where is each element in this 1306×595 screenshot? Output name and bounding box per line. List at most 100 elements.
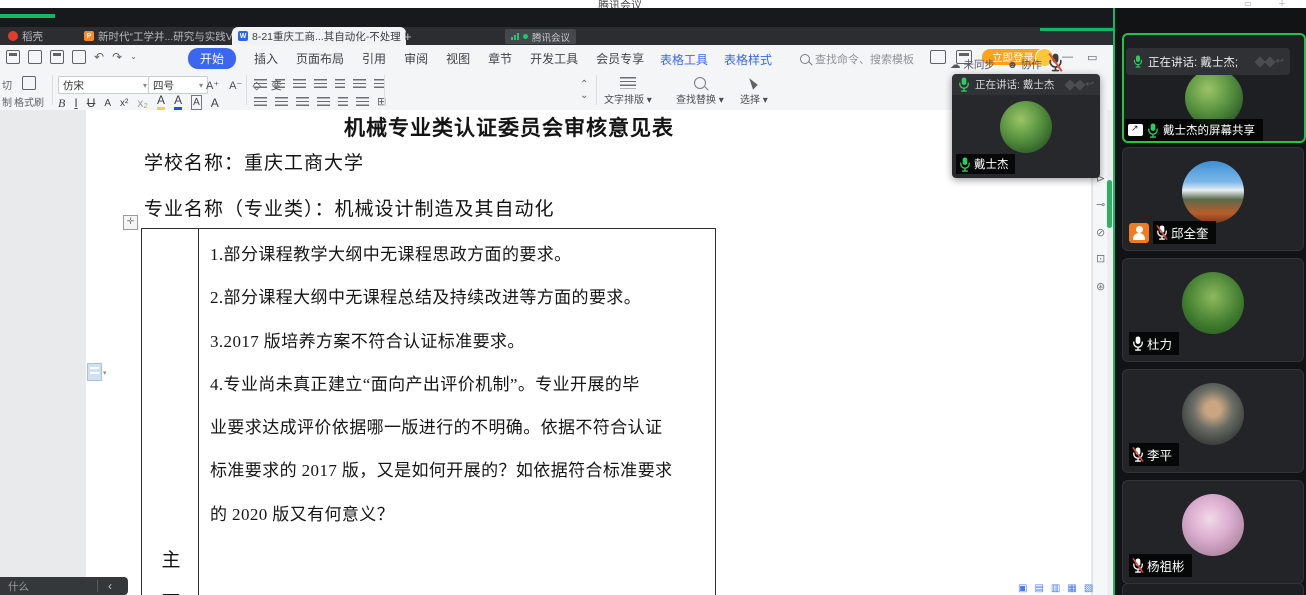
save-icon[interactable] [6,50,20,64]
mic-icon [1132,336,1144,351]
text-layout-button[interactable]: 文字排版 ▾ [604,77,652,106]
table-move-handle[interactable]: ✛ [123,215,138,230]
meeting-status-badge[interactable]: 腾讯会议 [505,29,576,44]
font-format-button[interactable]: A [157,94,165,110]
meeting-sidebar: 戴士杰的屏幕共享 正在讲话: 戴士杰; ↩ [1113,8,1306,595]
participant-label: 杨祖彬 [1129,554,1192,577]
align-center-icon[interactable] [275,97,288,107]
overlay-header[interactable]: 正在讲话: 戴士杰 ↩ [952,74,1100,95]
participant-tile[interactable]: 杜力 [1122,258,1304,362]
font-format-button[interactable]: B [58,97,65,110]
row-header-char: 主 [159,545,183,588]
font-size-select[interactable]: 四号▾ [148,76,208,94]
muted-mic-indicator-icon[interactable] [1048,53,1063,72]
restore-icon[interactable]: ▭ [1087,51,1097,64]
ribbon-tab[interactable]: 开始 [188,48,236,69]
print-preview-icon[interactable] [72,50,86,64]
issues-table[interactable]: 主要问题 1.部分课程教学大纲中无课程思政方面的要求。2.部分课程大纲中无课程总… [141,228,716,595]
command-search[interactable]: 查找命令、搜索模板 [800,51,914,67]
ribbon-tab[interactable]: 开发工具 [530,50,578,67]
notes-panel-icon[interactable]: ⊡ [1096,252,1105,265]
tab-doc-active[interactable]: W 8-21重庆工商...其自动化-不处理 × [232,27,406,45]
select-button[interactable]: 选择 ▾ [740,77,768,106]
context-tab[interactable]: 表格工具 [660,51,708,68]
collaborate-button[interactable]: ☻ 协作 [1007,57,1042,72]
tab-docer-label: 稻壳 [22,29,43,44]
font-format-button[interactable]: A [191,95,202,110]
help-icon[interactable]: ⊘ [1096,226,1105,239]
ribbon-tab[interactable]: 视图 [446,50,470,67]
margin-caret-icon[interactable]: ▾ [103,369,107,377]
participant-tile[interactable]: 杨祖彬 [1122,480,1304,584]
font-format-button[interactable]: U [87,97,96,110]
font-effect-button[interactable]: A⁻ [229,79,242,92]
ribbon-tools-row: 切 制 格式刷 仿宋▾ 四号▾ A⁺A⁻◇变 BIUAx²x₂AAAA [0,71,1115,111]
bullet-list-icon[interactable] [254,79,267,89]
taskbar-fragment[interactable]: 什么 ‹ [0,577,128,595]
ribbon-tabs: 开始 插入 页面布局 引用 审阅 视图 章节 开发工具 会员专享 [188,48,644,69]
margin-comment-icon[interactable] [87,363,102,381]
paragraph-mark-icon[interactable] [335,79,345,89]
export-icon[interactable] [28,50,42,64]
taskbar-chevron-icon[interactable]: ‹ [108,579,128,593]
justify-icon[interactable] [317,97,330,107]
cut-label[interactable]: 切 [2,77,12,92]
format-painter-icon[interactable] [22,76,36,90]
ribbon-tab[interactable]: 插入 [254,50,278,67]
ribbon-tab[interactable]: 页面布局 [296,50,344,67]
font-name-select[interactable]: 仿宋▾ [58,76,152,94]
undo-icon[interactable]: ↶ [94,51,104,63]
ribbon-tab[interactable]: 引用 [362,50,386,67]
font-format-button[interactable]: A [104,97,111,110]
minimize-icon[interactable]: — [1062,51,1073,64]
assistant-icon[interactable]: ⊛ [1096,280,1105,293]
number-list-icon[interactable] [275,79,285,89]
tab-docer[interactable]: 稻壳 [2,27,86,45]
overlay-video[interactable]: 戴士杰 [952,95,1100,178]
scrollbar-thumb[interactable] [1107,180,1112,228]
font-format-button[interactable]: I [74,97,77,110]
context-tab[interactable]: 表格样式 [724,51,772,68]
new-tab-button[interactable]: + [398,27,418,45]
statusbar-view-icons[interactable]: ▣▤ ▥▦ ▧ [1018,583,1093,594]
layout-switch-icon[interactable] [930,50,946,64]
issue-line: 3.2017 版培养方案不符合认证标准要求。 [210,320,710,363]
ribbon-tab[interactable]: 审阅 [404,50,428,67]
font-buttons: BIUAx²x₂AAAA [58,94,219,110]
font-format-button[interactable]: x₂ [137,97,148,110]
sort-icon[interactable] [353,79,366,89]
format-painter-label[interactable]: 格式刷 [14,94,44,109]
ribbon-top-row: ↶ ↷ ⌄ 开始插入页面布局引用审阅视图章节开发工具会员专享 表格工具表格样式 … [0,45,1115,71]
align-left-icon[interactable] [254,97,267,107]
participant-tile[interactable]: 李平 [1122,369,1304,473]
indent-increase-icon[interactable] [314,79,327,89]
line-spacing-icon[interactable] [356,97,369,107]
window-controls[interactable]: ▭ ＋ [1244,0,1298,8]
ribbon-tab[interactable]: 章节 [488,50,512,67]
speaker-overlay-window[interactable]: 正在讲话: 戴士杰 ↩ 戴士杰 [952,74,1100,178]
ribbon-tab[interactable]: 会员专享 [596,50,644,67]
overlay-speaking-label: 正在讲话: 戴士杰 [975,77,1061,92]
style-scroll-icons[interactable]: ⌃⌄ [580,79,588,101]
align-right-icon[interactable] [296,97,309,107]
font-effect-button[interactable]: A⁺ [206,79,219,92]
speaking-toast: 正在讲话: 戴士杰; ↩ [1126,48,1290,75]
indent-decrease-icon[interactable] [293,79,306,89]
distribute-icon[interactable] [338,97,348,107]
wrap-icon[interactable] [374,79,384,89]
share-label-text: 戴士杰的屏幕共享 [1163,122,1255,138]
font-format-button[interactable]: A [211,97,219,110]
next-participant-tile[interactable] [1122,583,1304,595]
participant-tile[interactable]: 邱全奎 [1122,147,1304,251]
participant-avatar [1182,383,1244,445]
redo-icon[interactable]: ↷ [112,51,122,63]
tab-ppt[interactable]: P 新时代“工学并...研究与实践V4 [78,27,240,45]
adjust-slider-icon[interactable]: ⊸ [1096,198,1105,211]
toolbar-more-icon[interactable]: ⌄ [130,51,137,63]
sync-status[interactable]: ☁ 未同步 [950,57,995,72]
font-format-button[interactable]: x² [120,97,128,110]
print-icon[interactable] [50,50,64,64]
copy-label[interactable]: 制 [2,94,12,109]
font-format-button[interactable]: A [174,94,182,110]
find-replace-button[interactable]: 查找替换 ▾ [676,77,724,106]
